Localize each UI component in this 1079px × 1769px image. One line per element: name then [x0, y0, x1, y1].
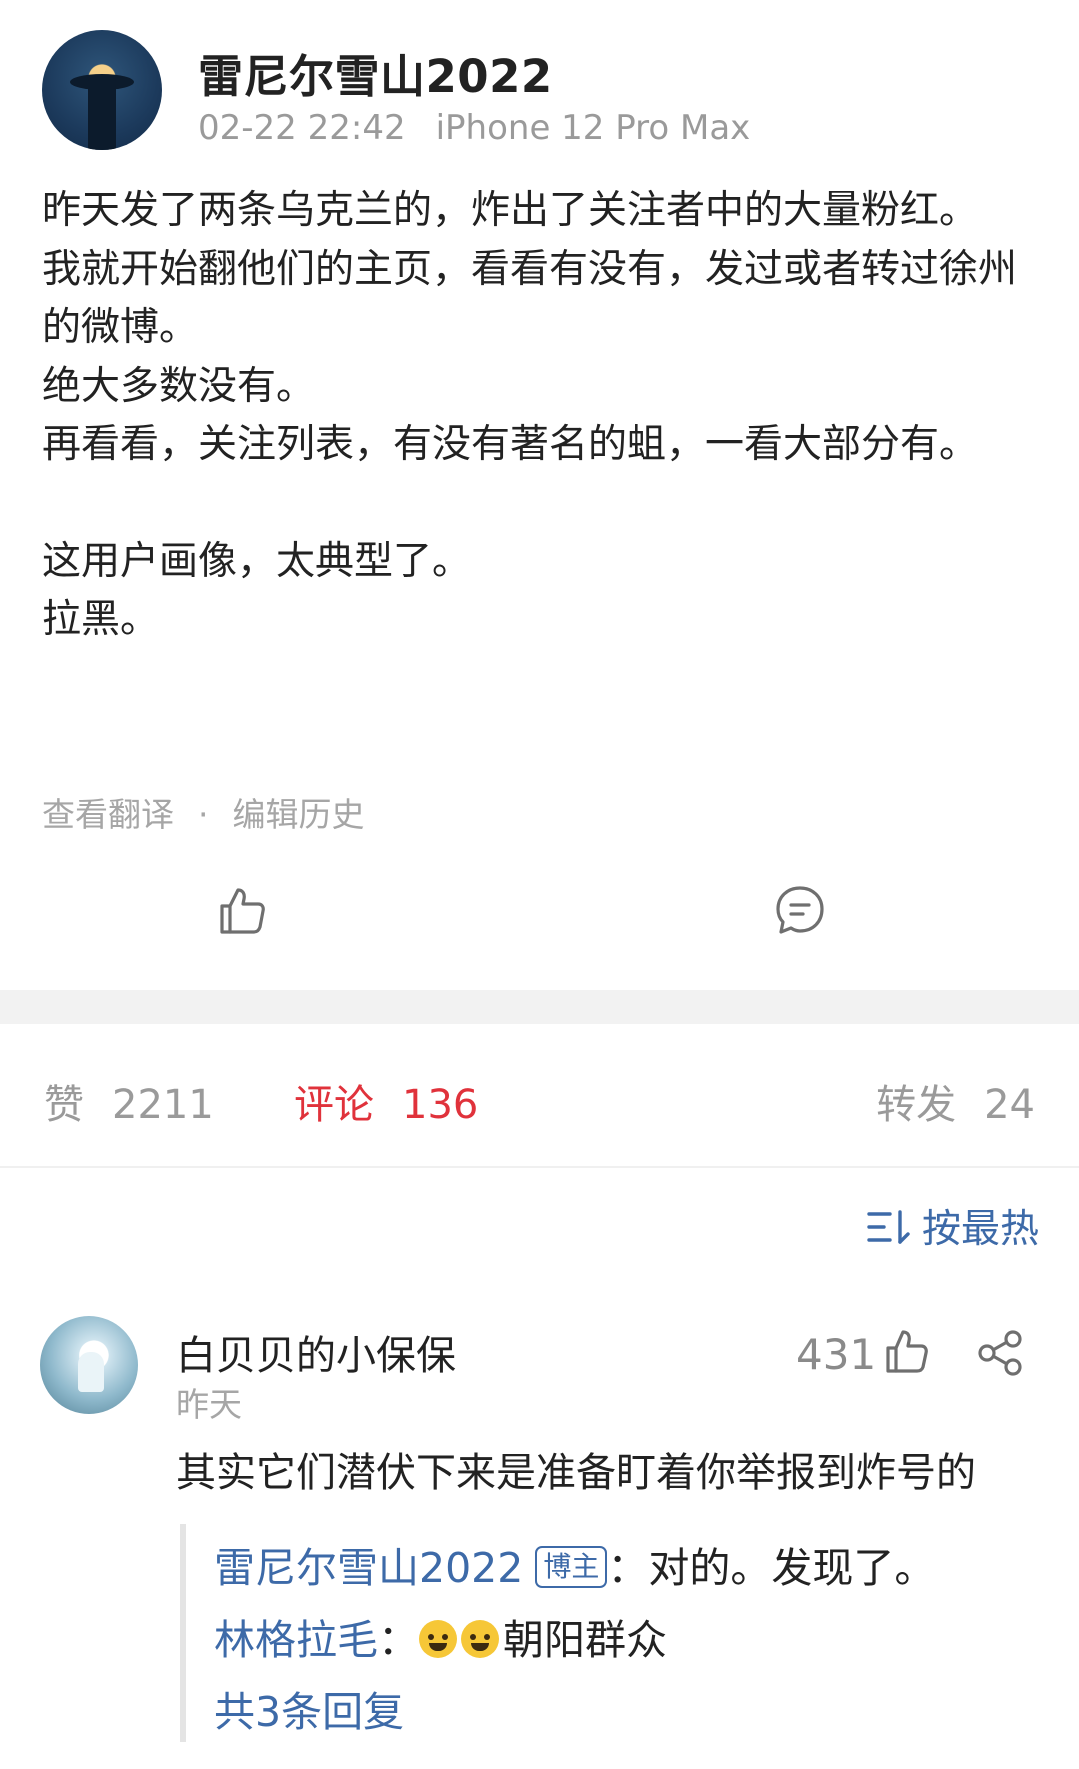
- reply-item[interactable]: 林格拉毛： 朝阳群众: [214, 1606, 667, 1666]
- sort-button[interactable]: 按最热: [866, 1198, 1039, 1254]
- post-paragraph: 绝大多数没有。: [42, 363, 316, 409]
- comment-text: 其实它们潜伏下来是准备盯着你举报到炸号的: [176, 1450, 976, 1496]
- post-paragraph: 拉黑。: [42, 597, 160, 642]
- share-icon[interactable]: [976, 1330, 1024, 1376]
- reply-text: ：对的。发现了。: [607, 1544, 936, 1592]
- author-name[interactable]: 雷尼尔雪山2022: [198, 40, 553, 105]
- reply-author[interactable]: 林格拉毛: [214, 1616, 378, 1664]
- section-divider: [0, 990, 1079, 1024]
- author-badge: 博主: [535, 1546, 608, 1588]
- author-avatar[interactable]: [42, 30, 162, 150]
- counts-divider: [0, 1166, 1079, 1168]
- reply-text: 朝阳群众: [503, 1616, 667, 1664]
- post-paragraph: 昨天发了两条乌克兰的，炸出了关注者中的大量粉红。: [42, 188, 979, 233]
- laugh-cry-emoji: [461, 1620, 499, 1658]
- reply-colon: ：: [378, 1616, 419, 1664]
- commenter-avatar[interactable]: [40, 1316, 138, 1414]
- reply-author[interactable]: 雷尼尔雪山2022: [214, 1544, 523, 1592]
- comments-label: 评论: [294, 1082, 374, 1128]
- post-links: 查看翻译 · 编辑历史: [42, 788, 365, 836]
- reposts-tab[interactable]: 转发 24: [876, 1072, 1035, 1130]
- post-device: iPhone 12 Pro Max: [435, 108, 751, 148]
- reply-thread-bar: [180, 1524, 186, 1742]
- reposts-value: 24: [984, 1082, 1035, 1128]
- comment-icon[interactable]: [774, 884, 826, 936]
- edit-history-link[interactable]: 编辑历史: [233, 795, 365, 834]
- like-icon[interactable]: [216, 884, 268, 936]
- reposts-label: 转发: [876, 1082, 957, 1128]
- likes-value: 2211: [112, 1082, 214, 1128]
- comments-value: 136: [402, 1082, 479, 1128]
- translate-link[interactable]: 查看翻译: [42, 795, 174, 834]
- post-paragraph: 再看看，关注列表，有没有著名的蛆，一看大部分有。: [42, 422, 979, 467]
- post-meta: 02-22 22:42 iPhone 12 Pro Max: [198, 108, 750, 148]
- post-paragraph: 我就开始翻他们的主页，看看有没有，发过或者转过徐州的微博。: [42, 246, 1018, 351]
- likes-tab[interactable]: 赞 2211: [44, 1072, 214, 1130]
- comments-tab[interactable]: 评论 136: [294, 1072, 478, 1130]
- post-body: 昨天发了两条乌克兰的，炸出了关注者中的大量粉红。 我就开始翻他们的主页，看看有没…: [42, 182, 1042, 650]
- comment-time: 昨天: [176, 1385, 242, 1424]
- commenter-name[interactable]: 白贝贝的小保保: [176, 1323, 456, 1381]
- link-separator: ·: [198, 795, 209, 834]
- more-replies-link[interactable]: 共3条回复: [214, 1678, 404, 1738]
- comment-like-count: 431: [796, 1330, 877, 1379]
- sort-icon: [867, 1210, 910, 1244]
- laugh-cry-emoji: [419, 1620, 457, 1658]
- post-timestamp: 02-22 22:42: [198, 108, 406, 148]
- likes-label: 赞: [44, 1082, 84, 1128]
- sort-label: 按最热: [921, 1207, 1039, 1252]
- reply-item[interactable]: 雷尼尔雪山2022 博主 ：对的。发现了。: [214, 1534, 935, 1594]
- post-paragraph: 这用户画像，太典型了。: [42, 538, 472, 584]
- comment-like-icon[interactable]: [884, 1328, 928, 1374]
